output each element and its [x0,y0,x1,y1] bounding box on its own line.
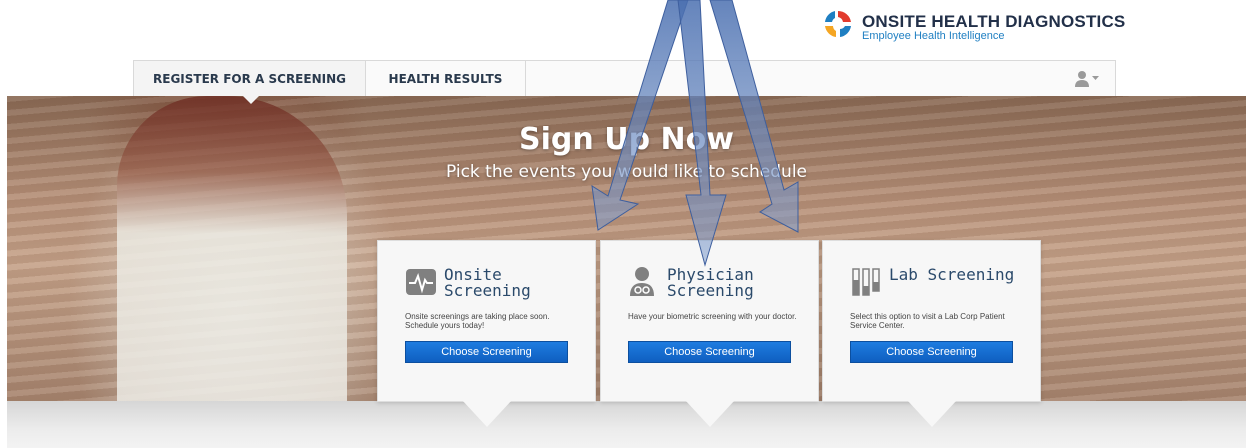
card-title: Lab Screening [889,265,1015,284]
card-description: Select this option to visit a Lab Corp P… [850,312,1005,330]
card-description: Have your biometric screening with your … [628,312,797,321]
chevron-down-icon [1092,76,1099,80]
brand-header: ONSITE HEALTH DIAGNOSTICS Employee Healt… [822,6,1142,46]
user-menu-button[interactable] [1073,69,1101,89]
test-tubes-icon [852,268,880,296]
card-pointer [685,400,735,427]
physician-screening-card: Physician Screening Have your biometric … [600,240,819,402]
tab-register-for-screening[interactable]: REGISTER FOR A SCREENING [134,61,366,97]
brand-tagline: Employee Health Intelligence [862,30,1005,42]
heartbeat-icon [406,269,436,295]
brand-logo-icon [825,10,851,37]
card-title: Onsite Screening [444,265,531,300]
hero-title: Sign Up Now [519,122,734,157]
active-tab-indicator [242,95,260,104]
choose-onsite-screening-button[interactable]: Choose Screening [405,341,568,363]
brand-name: ONSITE HEALTH DIAGNOSTICS [862,12,1126,31]
card-pointer [907,400,957,427]
onsite-screening-card: Onsite Screening Onsite screenings are t… [377,240,596,402]
doctor-icon [630,267,654,296]
bottom-band [7,401,1246,448]
choose-physician-screening-button[interactable]: Choose Screening [628,341,791,363]
main-nav: REGISTER FOR A SCREENING HEALTH RESULTS [133,60,1116,97]
choose-lab-screening-button[interactable]: Choose Screening [850,341,1013,363]
hero-subtitle: Pick the events you would like to schedu… [445,162,808,182]
card-title: Physician Screening [667,265,754,300]
tab-health-results[interactable]: HEALTH RESULTS [366,61,526,97]
lab-screening-card: Lab Screening Select this option to visi… [822,240,1041,402]
card-pointer [462,400,512,427]
card-description: Onsite screenings are taking place soon.… [405,312,550,330]
